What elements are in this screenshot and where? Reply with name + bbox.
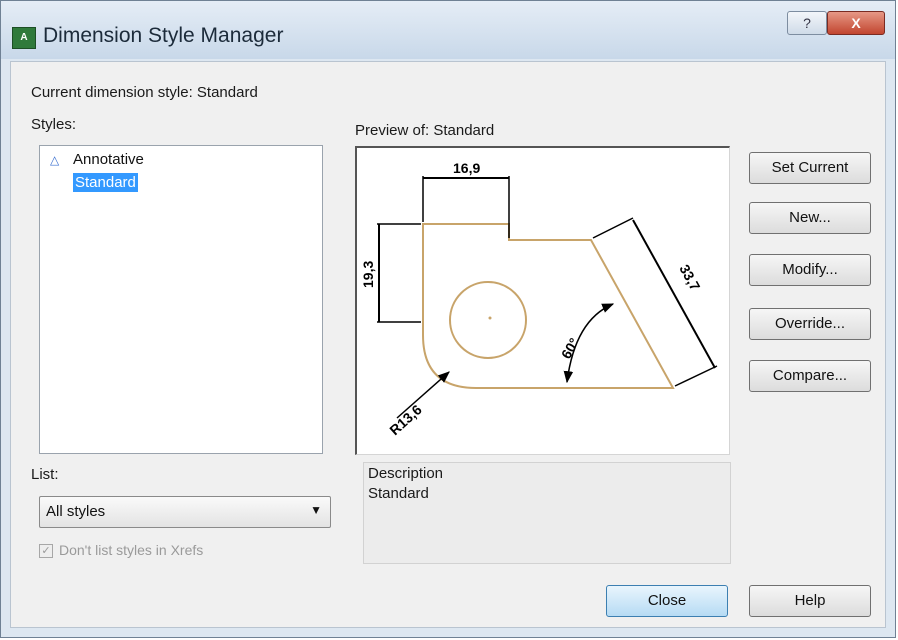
annotative-triangle-icon: △ [50, 153, 60, 167]
chevron-down-icon: ▼ [310, 503, 322, 517]
styles-label: Styles: [31, 116, 77, 133]
list-label: List: [31, 466, 59, 483]
style-item-standard[interactable]: Standard [73, 173, 138, 192]
xref-checkbox-row[interactable]: ✓ Don't list styles in Xrefs [39, 542, 204, 559]
style-item-label: Annotative [73, 151, 144, 168]
styles-list[interactable]: △ Annotative Standard [39, 145, 323, 454]
list-filter-value: All styles [46, 503, 106, 520]
description-box: Description Standard [363, 462, 731, 564]
dim-extension-line [592, 217, 634, 239]
dim-text-left: 19,3 [360, 261, 376, 288]
preview-label: Preview of: Standard [355, 122, 495, 139]
new-button[interactable]: New... [749, 202, 871, 234]
override-button[interactable]: Override... [749, 308, 871, 340]
checkbox-checked-icon[interactable]: ✓ [39, 544, 53, 559]
current-style-label: Current dimension style: Standard [31, 84, 258, 101]
title-close-button[interactable]: X [827, 11, 885, 35]
modify-button[interactable]: Modify... [749, 254, 871, 286]
dim-text-radius: R13,6 [386, 401, 425, 438]
compare-button[interactable]: Compare... [749, 360, 871, 392]
part-outline [422, 223, 675, 389]
title-bar: A Dimension Style Manager ? X [1, 1, 895, 59]
preview-drawing: 16,9 19,3 33,7 60° R13,6 [360, 160, 718, 438]
style-item-annotative[interactable]: △ Annotative [50, 151, 144, 168]
list-filter-dropdown[interactable]: All styles ▼ [39, 496, 331, 528]
set-current-button[interactable]: Set Current [749, 152, 871, 184]
dim-extension-line [674, 365, 718, 387]
window-title: Dimension Style Manager [43, 24, 284, 47]
dim-line-aligned [632, 219, 716, 369]
description-value: Standard [368, 485, 429, 502]
style-item-label: Standard [73, 173, 138, 192]
title-help-button[interactable]: ? [787, 11, 827, 35]
help-button[interactable]: Help [749, 585, 871, 617]
dialog-body: Current dimension style: Standard Styles… [10, 61, 886, 628]
dim-text-top: 16,9 [453, 160, 480, 176]
dimension-style-manager-window: A Dimension Style Manager ? X Current di… [0, 0, 896, 638]
hole-center-mark [488, 316, 492, 320]
dimension-preview: 16,9 19,3 33,7 60° R13,6 [355, 146, 730, 455]
close-button[interactable]: Close [606, 585, 728, 617]
autocad-app-icon: A [12, 27, 36, 49]
description-label: Description [368, 465, 444, 482]
dim-text-aligned: 33,7 [676, 262, 703, 294]
part-hole-circle [449, 281, 527, 359]
xref-checkbox-label: Don't list styles in Xrefs [59, 542, 204, 558]
